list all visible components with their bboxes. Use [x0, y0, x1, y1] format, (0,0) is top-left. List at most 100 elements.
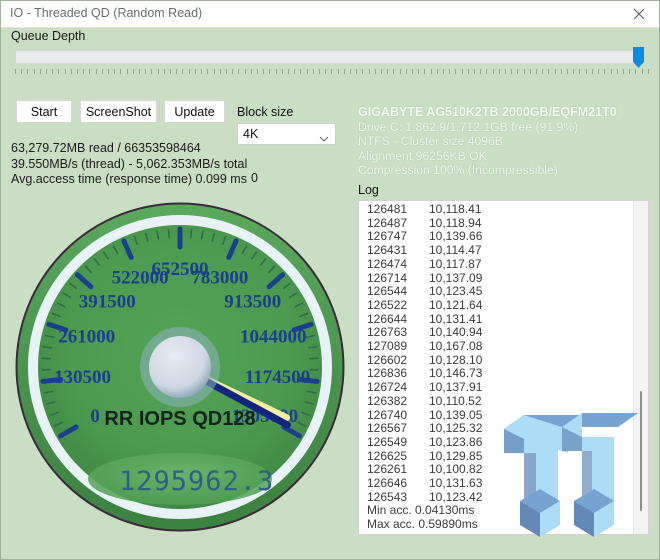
chevron-down-icon[interactable]	[319, 130, 329, 142]
log-row[interactable]: 126724 10,137.91	[359, 380, 631, 395]
slider-tick	[250, 69, 252, 74]
log-mbs: 10,123.86	[429, 434, 483, 449]
gauge-tick-label: 391500	[79, 291, 136, 312]
slider-tick	[132, 69, 134, 74]
log-iops: 126714	[367, 270, 408, 285]
log-row[interactable]: 126644 10,131.41	[359, 312, 631, 327]
slider-tick	[579, 69, 581, 74]
drive-model: GIGABYTE AG510K2TB 2000GB/EQFM21T0	[358, 105, 617, 119]
log-row[interactable]: 126747 10,139.66	[359, 230, 631, 244]
log-iops: 127089	[367, 339, 408, 354]
log-mbs: 10,137.09	[429, 270, 483, 285]
log-mbs: 10,114.47	[429, 243, 482, 258]
log-iops: 126602	[367, 352, 408, 367]
slider-tick	[374, 69, 376, 74]
slider-tick	[219, 69, 221, 74]
slider-tick	[356, 69, 358, 74]
log-iops: 126724	[367, 380, 408, 395]
slider-tick	[349, 69, 351, 74]
log-iops: 126522	[367, 297, 408, 312]
slider-tick	[46, 69, 48, 74]
update-button[interactable]: Update	[164, 100, 225, 123]
slider-tick	[157, 69, 159, 74]
slider-tick	[306, 69, 308, 74]
slider-track[interactable]	[15, 50, 635, 64]
slider-tick	[287, 69, 289, 74]
log-iops: 126625	[367, 448, 408, 463]
slider-tick	[33, 69, 35, 74]
log-row[interactable]: 126431 10,114.47	[359, 243, 631, 258]
slider-tick	[418, 69, 420, 74]
log-mbs: 10,100.82	[429, 462, 483, 477]
log-row[interactable]: 126549 10,123.86	[359, 434, 631, 450]
slider-tick	[145, 69, 147, 74]
slider-tick	[591, 69, 593, 74]
slider-tick	[176, 69, 178, 74]
slider-tick	[70, 69, 72, 74]
gauge-tick-label: 0	[90, 406, 100, 427]
slider-tick	[554, 69, 556, 74]
queue-depth-label: Queue Depth	[11, 29, 86, 43]
slider-tick	[108, 69, 110, 74]
log-mbs: 10,121.64	[429, 297, 483, 312]
log-row[interactable]: 126543 10,123.42	[359, 489, 631, 505]
screenshot-button[interactable]: ScreenShot	[80, 100, 157, 123]
log-iops: 126549	[367, 434, 408, 449]
log-row[interactable]: 126740 10,139.05	[359, 407, 631, 423]
log-row[interactable]: 126474 10,117.87	[359, 256, 631, 272]
log-row[interactable]: 126382 10,110.52	[359, 393, 631, 409]
queue-depth-slider[interactable]	[15, 47, 649, 76]
log-scrollbar[interactable]	[633, 201, 648, 534]
log-mbs: 10,137.91	[429, 380, 483, 395]
log-row[interactable]: 126625 10,129.85	[359, 448, 631, 464]
gauge-tick-label: 1044000	[240, 327, 307, 348]
gauge-minor-tick	[190, 228, 193, 239]
slider-tick	[201, 69, 203, 74]
slider-tick	[598, 69, 600, 74]
log-listbox[interactable]: 126481 10,118.41 126487 10,118.94 126747 10,1…	[358, 200, 649, 535]
title-bar: IO - Threaded QD (Random Read)	[1, 1, 659, 28]
log-row[interactable]: 126714 10,137.09	[359, 270, 631, 286]
slider-tick	[89, 69, 91, 74]
log-row[interactable]: 126544 10,123.45	[359, 285, 631, 299]
log-mbs: 10,128.10	[429, 352, 483, 367]
gauge-tick-label: 1174500	[245, 367, 310, 388]
log-row[interactable]: 126481 10,118.41	[359, 202, 631, 217]
log-row[interactable]: 126646 10,131.63	[359, 476, 631, 491]
slider-tick	[604, 69, 606, 74]
drive-compression: Compression 100% (Incompressible)	[358, 163, 558, 178]
log-row[interactable]: 126487 10,118.94	[359, 216, 631, 231]
log-row[interactable]: 126602 10,128.10	[359, 352, 631, 368]
log-scrollbar-thumb[interactable]	[640, 391, 642, 511]
log-row[interactable]: 126763 10,140.94	[359, 326, 631, 340]
close-icon[interactable]	[617, 1, 659, 27]
log-mbs: 10,118.41	[429, 202, 482, 216]
log-row[interactable]: 127089 10,167.08	[359, 339, 631, 354]
slider-tick	[393, 69, 395, 74]
log-mbs: 10,140.94	[429, 325, 483, 340]
gauge-tick-label: 783000	[191, 268, 248, 289]
gauge-digital-readout: 1295962.3	[119, 466, 275, 497]
log-iops: 126481	[367, 202, 408, 216]
log-mbs: 10,110.52	[429, 393, 482, 408]
log-row[interactable]: 126522 10,121.64	[359, 297, 631, 313]
slider-thumb[interactable]	[633, 47, 644, 68]
slider-tick	[498, 69, 500, 74]
gauge-tick-label: 130500	[54, 367, 111, 388]
log-row[interactable]: 126567 10,125.32	[359, 422, 631, 436]
log-row[interactable]: 126261 10,100.82	[359, 463, 631, 477]
log-mbs: 10,125.32	[429, 421, 483, 436]
log-row[interactable]: 126836 10,146.73	[359, 367, 631, 381]
slider-tick	[263, 69, 265, 74]
log-mbs: 10,129.85	[429, 448, 483, 463]
start-button[interactable]: Start	[16, 100, 72, 123]
slider-tick	[443, 69, 445, 74]
log-iops: 126646	[367, 476, 408, 491]
log-max-acc: Max acc. 0.59890ms	[367, 517, 478, 532]
log-mbs: 10,123.42	[429, 489, 483, 504]
log-iops: 126740	[367, 407, 408, 422]
log-iops: 126474	[367, 256, 408, 271]
gauge-tick-label: 261000	[58, 327, 115, 348]
slider-tick	[281, 69, 283, 74]
slider-tick	[573, 69, 575, 74]
